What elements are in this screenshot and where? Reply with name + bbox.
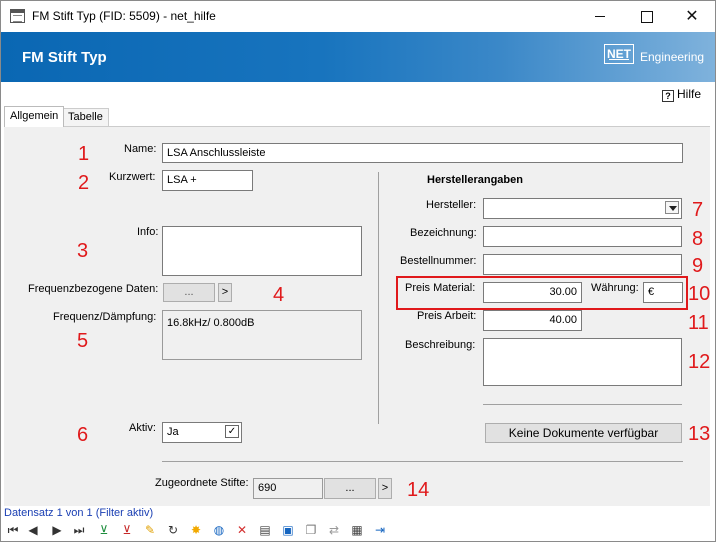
info-field[interactable] <box>162 226 362 276</box>
aktiv-label: Aktiv: <box>129 422 156 434</box>
checkmark-icon[interactable]: ✓ <box>225 425 239 438</box>
freq-data-open-button[interactable]: > <box>218 283 232 302</box>
last-record-icon[interactable]: ⏭ <box>71 522 87 538</box>
bezeichnung-field[interactable] <box>483 226 682 247</box>
annotation-11: 11 <box>688 312 709 334</box>
preis-arbeit-field[interactable]: 40.00 <box>483 310 582 331</box>
zugeordnete-label: Zugeordnete Stifte: <box>155 477 249 489</box>
window-title: FM Stift Typ (FID: 5509) - net_hilfe <box>32 9 216 23</box>
edit-icon[interactable]: ✎ <box>142 522 158 538</box>
tab-allgemein[interactable]: Allgemein <box>4 106 65 127</box>
annotation-12: 12 <box>688 351 711 373</box>
annotation-13: 13 <box>688 423 711 445</box>
bottom-toolbar: ⏮ ◀ ▶ ⏭ ⊻ ⊻ ✎ ↻ ✸ ◍ ✕ ▤ ▣ ❐ ⇄ ▦ ⇥ <box>1 519 715 541</box>
freq-daempfung-field: 16.8kHz/ 0.800dB <box>162 310 362 360</box>
zugeordnete-open-button[interactable]: > <box>378 478 392 499</box>
help-button[interactable]: ? Hilfe <box>662 87 701 102</box>
remove-filter-icon[interactable]: ⊻ <box>119 522 135 538</box>
annotation-2: 2 <box>78 172 90 194</box>
close-button[interactable]: ✕ <box>669 1 715 31</box>
exit-icon[interactable]: ⇥ <box>372 522 388 538</box>
preis-material-label: Preis Material: <box>405 282 476 294</box>
copy-icon[interactable]: ❐ <box>303 522 319 538</box>
zugeordnete-button[interactable]: ... <box>324 478 376 499</box>
annotation-10: 10 <box>688 283 711 305</box>
info-label: Info: <box>137 226 159 238</box>
help-label: Hilfe <box>677 87 702 101</box>
annotation-9: 9 <box>692 255 704 277</box>
record-status: Datensatz 1 von 1 (Filter aktiv) <box>4 507 154 519</box>
tab-tabelle[interactable]: Tabelle <box>62 108 109 126</box>
waehrung-field[interactable]: € <box>643 282 683 303</box>
freq-daempfung-label: Frequenz/Dämpfung: <box>53 311 157 323</box>
print-icon[interactable]: ▤ <box>257 522 273 538</box>
highlight-icon[interactable]: ✸ <box>188 522 204 538</box>
bottom-separator <box>162 461 683 462</box>
annotation-4: 4 <box>273 284 285 306</box>
question-icon: ? <box>662 90 674 102</box>
globe-icon[interactable]: ◍ <box>211 522 227 538</box>
aktiv-field[interactable]: Ja ✓ <box>162 422 242 443</box>
annotation-7: 7 <box>692 199 704 221</box>
transfer-icon[interactable]: ⇄ <box>326 522 342 538</box>
hersteller-label: Hersteller: <box>426 199 477 211</box>
select-icon[interactable]: ▣ <box>280 522 296 538</box>
minimize-button[interactable] <box>577 1 623 31</box>
name-field[interactable]: LSA Anschlussleiste <box>162 143 683 163</box>
annotation-14: 14 <box>407 479 430 501</box>
delete-icon[interactable]: ✕ <box>234 522 250 538</box>
beschreibung-label: Beschreibung: <box>405 339 476 351</box>
preis-arbeit-label: Preis Arbeit: <box>417 310 477 322</box>
zugeordnete-field: 690 <box>253 478 323 499</box>
right-separator <box>483 404 682 405</box>
app-window-icon <box>10 9 25 23</box>
annotation-3: 3 <box>77 240 89 262</box>
name-label: Name: <box>124 143 157 155</box>
hersteller-dropdown[interactable] <box>483 198 682 219</box>
maximize-button[interactable] <box>623 1 669 31</box>
chevron-down-icon[interactable] <box>665 201 679 214</box>
add-filter-icon[interactable]: ⊻ <box>96 522 112 538</box>
banner-title: FM Stift Typ <box>22 49 107 66</box>
kurzwert-field[interactable]: LSA + <box>162 170 253 191</box>
column-separator <box>378 172 379 424</box>
dokumente-button[interactable]: Keine Dokumente verfügbar <box>485 423 682 443</box>
freq-data-label: Frequenzbezogene Daten: <box>28 283 159 295</box>
beschreibung-field[interactable] <box>483 338 682 386</box>
section-title-hersteller: Herstellerangaben <box>427 174 523 186</box>
first-record-icon[interactable]: ⏮ <box>5 522 21 538</box>
bestellnummer-field[interactable] <box>483 254 682 275</box>
header-banner: FM Stift Typ NET Engineering <box>1 32 715 82</box>
title-bar: FM Stift Typ (FID: 5509) - net_hilfe ✕ <box>1 1 715 31</box>
annotation-1: 1 <box>78 143 90 165</box>
logo-text: Engineering <box>640 50 705 64</box>
annotation-5: 5 <box>77 330 89 352</box>
table-edit-icon[interactable]: ▦ <box>349 522 365 538</box>
previous-record-icon[interactable]: ◀ <box>25 522 41 538</box>
preis-material-field[interactable]: 30.00 <box>483 282 582 303</box>
annotation-8: 8 <box>692 228 704 250</box>
bestellnummer-label: Bestellnummer: <box>400 255 477 267</box>
next-record-icon[interactable]: ▶ <box>49 522 65 538</box>
net-logo-icon: NET <box>604 44 634 64</box>
bezeichnung-label: Bezeichnung: <box>410 227 477 239</box>
freq-data-button[interactable]: ... <box>163 283 215 302</box>
annotation-6: 6 <box>77 424 89 446</box>
kurzwert-label: Kurzwert: <box>109 171 156 183</box>
waehrung-label: Währung: <box>591 282 639 294</box>
aktiv-value: Ja <box>167 426 179 438</box>
application-window: FM Stift Typ (FID: 5509) - net_hilfe ✕ F… <box>0 0 716 542</box>
refresh-icon[interactable]: ↻ <box>165 522 181 538</box>
